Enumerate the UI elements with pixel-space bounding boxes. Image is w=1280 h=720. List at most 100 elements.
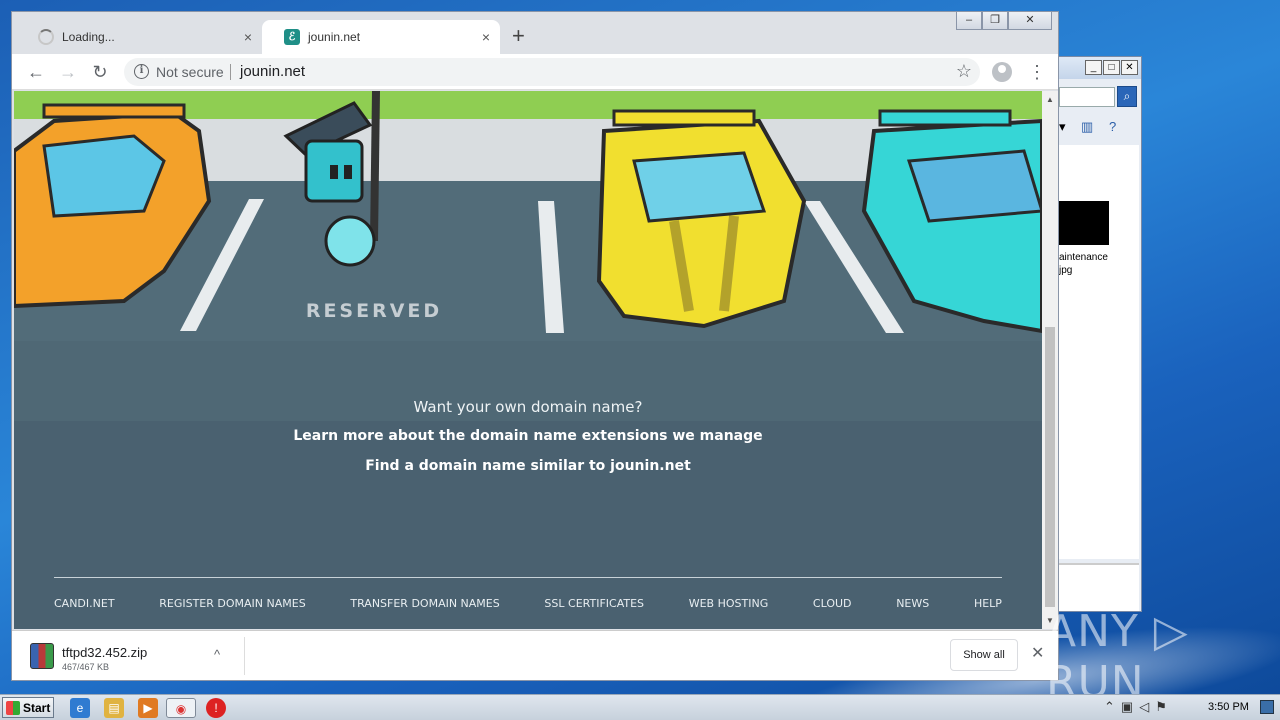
- security-label[interactable]: Not secure: [156, 64, 224, 80]
- robot-eye: [330, 165, 338, 179]
- tab-strip: Loading... × ℰ jounin.net × + ‒ ❐ ✕: [12, 12, 1058, 54]
- yellow-car-spoiler: [612, 109, 756, 127]
- tray-expand-icon[interactable]: ⌃: [1104, 699, 1115, 715]
- footer-link-cloud[interactable]: CLOUD: [813, 597, 852, 610]
- tab-loading[interactable]: Loading... ×: [16, 20, 262, 54]
- address-separator: [230, 64, 231, 80]
- download-file-name[interactable]: tftpd32.452.zip: [62, 645, 147, 660]
- media-player-icon[interactable]: ▶: [138, 698, 158, 718]
- zip-file-icon[interactable]: [30, 643, 54, 669]
- bg-minimize-button[interactable]: _: [1085, 60, 1102, 75]
- domain-question: Want your own domain name?: [413, 398, 643, 416]
- windows-logo-icon: [6, 700, 20, 715]
- start-button[interactable]: Start: [2, 697, 54, 718]
- reserved-text: RESERVED: [306, 300, 442, 322]
- system-tray: ⌃ ▣ ◁ ⚑: [1104, 699, 1167, 715]
- new-tab-button[interactable]: +: [512, 24, 525, 48]
- chrome-taskbar-icon[interactable]: ◉: [166, 698, 196, 718]
- volume-icon[interactable]: ◁: [1139, 699, 1149, 715]
- site-favicon-icon: ℰ: [284, 29, 300, 45]
- background-window-titlebar[interactable]: _ □ ✕: [1059, 57, 1141, 79]
- bg-close-button[interactable]: ✕: [1121, 60, 1138, 75]
- bg-maximize-button[interactable]: □: [1103, 60, 1120, 75]
- taskbar-clock[interactable]: 3:50 PM: [1208, 701, 1249, 713]
- anyrun-watermark: ANY ▷ RUN: [1046, 606, 1189, 708]
- profile-avatar-icon[interactable]: [992, 62, 1012, 82]
- action-center-flag-icon[interactable]: ⚑: [1155, 699, 1167, 715]
- shelf-close-icon[interactable]: ✕: [1031, 643, 1044, 663]
- minimize-button[interactable]: ‒: [956, 12, 982, 30]
- bg-file-thumbnail[interactable]: [1059, 201, 1109, 245]
- restore-button[interactable]: ❐: [982, 12, 1008, 30]
- show-all-button[interactable]: Show all: [950, 639, 1018, 671]
- scrollbar-thumb[interactable]: [1045, 327, 1055, 607]
- info-icon[interactable]: i: [134, 64, 149, 79]
- bg-file-label-line1: aintenance: [1059, 252, 1108, 263]
- show-desktop-button[interactable]: [1260, 700, 1274, 714]
- yellow-car: [596, 118, 807, 329]
- back-button[interactable]: ←: [24, 60, 48, 84]
- page-viewport: RESERVED Want your own domain name? Lear…: [14, 91, 1042, 629]
- browser-toolbar: ← → ↻ i Not secure jounin.net ☆ ⋮: [12, 54, 1058, 90]
- cyan-car-spoiler: [878, 109, 1012, 127]
- lower-shade: [14, 341, 1042, 629]
- footer-link-news[interactable]: NEWS: [896, 597, 929, 610]
- tab-close-icon[interactable]: ×: [482, 29, 490, 45]
- tab-close-icon[interactable]: ×: [244, 29, 252, 45]
- bg-help-icon[interactable]: ?: [1109, 119, 1116, 134]
- sign-pole: [370, 91, 380, 242]
- bg-file-label-line2: jpg: [1059, 265, 1073, 276]
- browser-window: Loading... × ℰ jounin.net × + ‒ ❐ ✕ ← → …: [11, 11, 1059, 681]
- url-text[interactable]: jounin.net: [240, 63, 305, 80]
- bg-file-label[interactable]: aintenance jpg: [1059, 251, 1108, 277]
- footer-nav: CANDI.NET REGISTER DOMAIN NAMES TRANSFER…: [54, 597, 1002, 610]
- orange-car-windshield: [42, 134, 166, 218]
- footer-link-help[interactable]: HELP: [974, 597, 1002, 610]
- tab-title: jounin.net: [308, 30, 361, 44]
- bg-search-icon[interactable]: ⌕: [1117, 86, 1137, 107]
- tab-title: Loading...: [62, 30, 115, 44]
- forward-button[interactable]: →: [56, 60, 80, 84]
- footer-link-transfer[interactable]: TRANSFER DOMAIN NAMES: [350, 597, 499, 610]
- bookmark-star-icon[interactable]: ☆: [956, 61, 972, 82]
- scroll-up-icon[interactable]: ▲: [1046, 95, 1054, 104]
- reload-button[interactable]: ↻: [88, 60, 112, 84]
- download-options-caret-icon[interactable]: ^: [214, 647, 220, 662]
- security-app-icon[interactable]: !: [206, 698, 226, 718]
- network-icon[interactable]: ▣: [1121, 699, 1133, 715]
- robot-body: [324, 215, 376, 267]
- background-explorer-window[interactable]: _ □ ✕ ⌕ ▾ ▥ ? aintenance jpg: [1058, 56, 1142, 612]
- orange-car-spoiler: [42, 103, 186, 119]
- window-controls: ‒ ❐ ✕: [956, 12, 1052, 30]
- start-label: Start: [23, 700, 51, 715]
- download-progress: 467/467 KB: [62, 662, 110, 672]
- footer-link-hosting[interactable]: WEB HOSTING: [689, 597, 769, 610]
- footer-link-ssl[interactable]: SSL CERTIFICATES: [544, 597, 644, 610]
- bg-toolbar: ▾ ▥ ?: [1059, 117, 1143, 139]
- bg-details-pane: [1059, 563, 1139, 611]
- shelf-separator: [244, 637, 245, 675]
- loading-spinner-icon: [38, 29, 54, 45]
- footer-link-candi[interactable]: CANDI.NET: [54, 597, 115, 610]
- bg-pane-icon[interactable]: ▥: [1081, 119, 1093, 135]
- taskbar: Start e ▤ ▶ ◉ ! ⌃ ▣ ◁ ⚑ 3:50 PM: [0, 694, 1280, 720]
- bg-search-input[interactable]: [1059, 87, 1115, 107]
- tab-jounin[interactable]: ℰ jounin.net ×: [262, 20, 500, 54]
- bg-file-pane: aintenance jpg: [1059, 145, 1139, 559]
- bg-dropdown-icon[interactable]: ▾: [1059, 119, 1066, 135]
- cyan-car-windshield: [906, 149, 1042, 223]
- browser-menu-icon[interactable]: ⋮: [1028, 60, 1046, 84]
- file-explorer-icon[interactable]: ▤: [104, 698, 124, 718]
- download-shelf: tftpd32.452.zip 467/467 KB ^ Show all ✕: [12, 630, 1058, 680]
- robot-eye: [344, 165, 352, 179]
- extensions-link[interactable]: Learn more about the domain name extensi…: [14, 428, 1042, 444]
- page-scrollbar[interactable]: ▲ ▼: [1042, 91, 1058, 629]
- footer-link-register[interactable]: REGISTER DOMAIN NAMES: [159, 597, 305, 610]
- similar-domain-link[interactable]: Find a domain name similar to jounin.net: [14, 458, 1042, 474]
- parking-lot-illustration: RESERVED: [14, 91, 1042, 629]
- footer-divider: [54, 577, 1002, 578]
- internet-explorer-icon[interactable]: e: [70, 698, 90, 718]
- yellow-car-windshield: [632, 151, 767, 223]
- close-button[interactable]: ✕: [1008, 12, 1052, 30]
- address-bar[interactable]: i Not secure jounin.net ☆: [124, 58, 980, 86]
